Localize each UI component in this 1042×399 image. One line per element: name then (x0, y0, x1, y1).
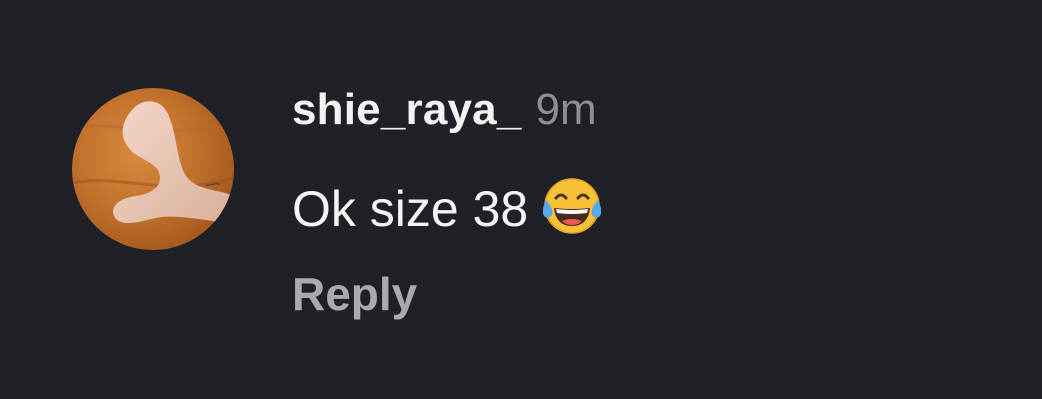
comment-meta: shie_raya_ 9m (292, 88, 597, 142)
comment-text-line: Ok size 38 (292, 174, 604, 238)
avatar-image (72, 101, 234, 224)
username[interactable]: shie_raya_ (292, 85, 522, 134)
comment: shie_raya_ 9m Ok size 38 Reply (72, 88, 972, 328)
face-with-tears-of-joy-icon (540, 174, 604, 238)
comment-text: Ok size 38 (292, 181, 529, 237)
avatar[interactable] (72, 88, 234, 250)
timestamp: 9m (535, 85, 597, 134)
reply-button[interactable]: Reply (292, 268, 417, 320)
